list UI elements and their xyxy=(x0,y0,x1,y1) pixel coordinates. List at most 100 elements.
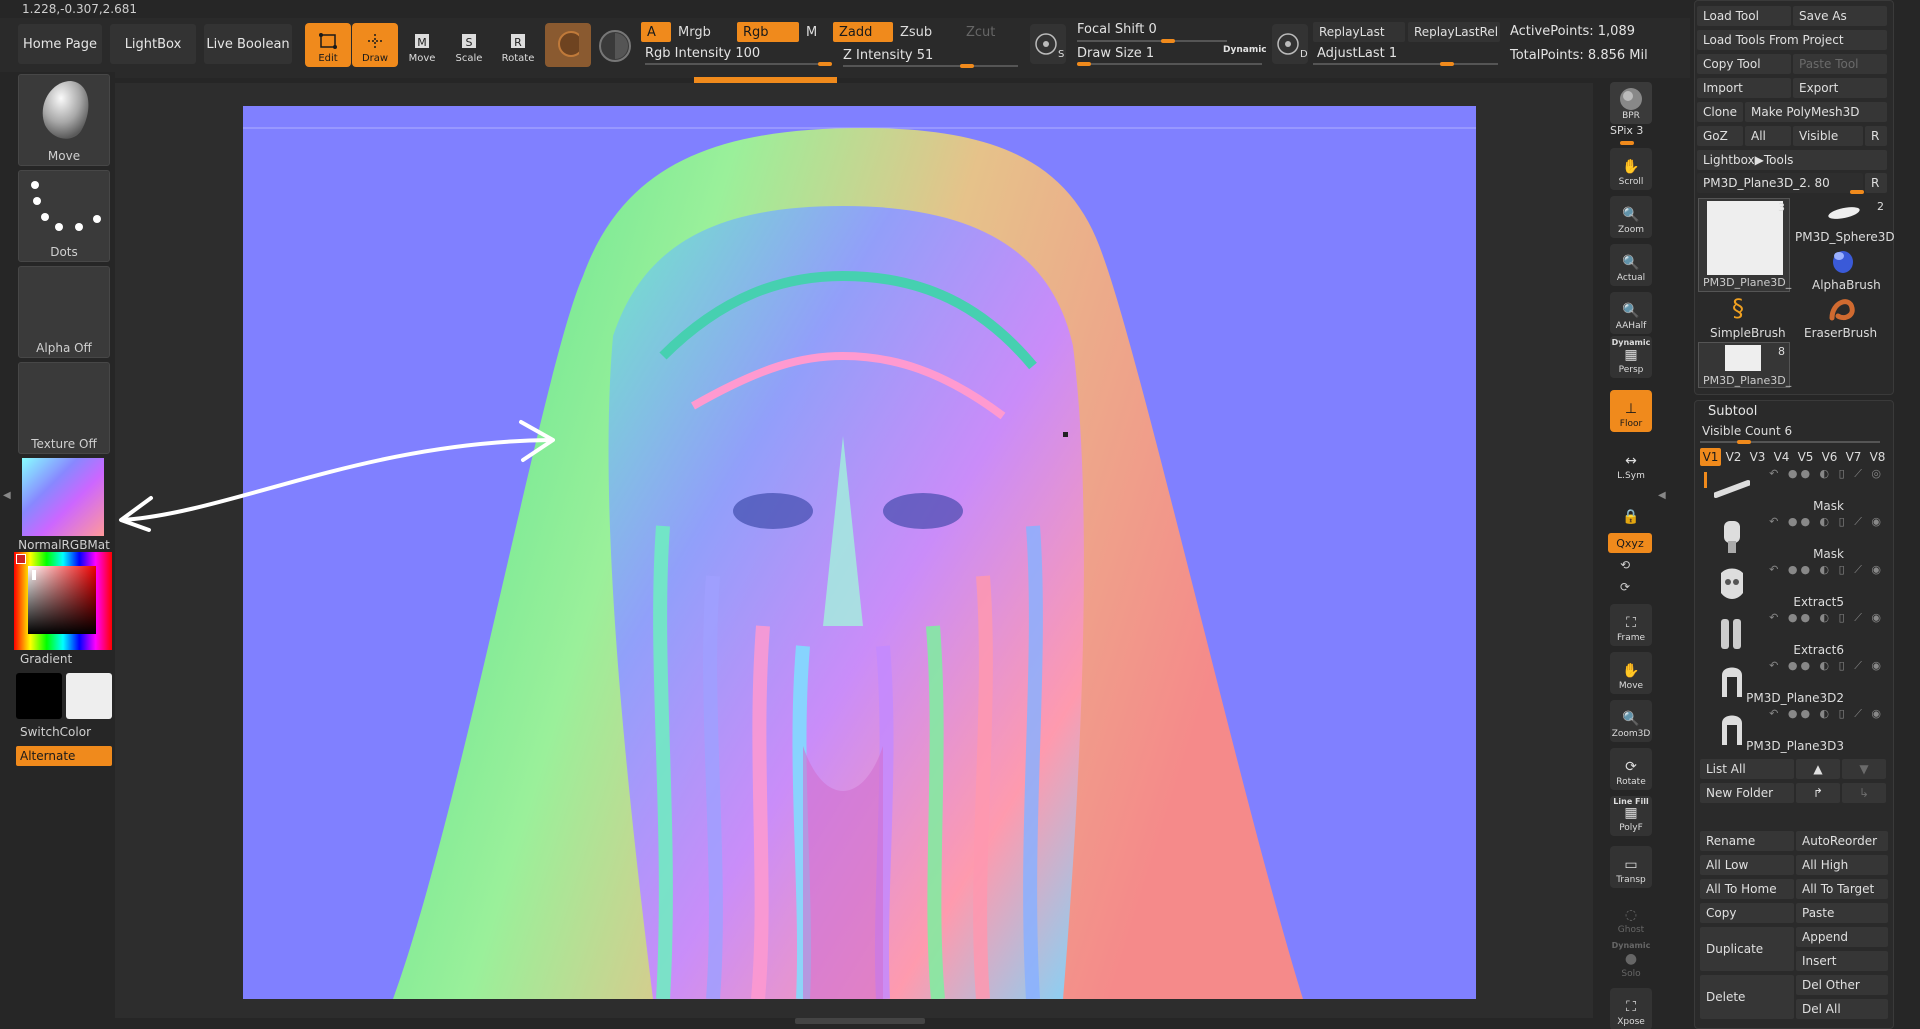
move-view-button[interactable]: ✋ Move xyxy=(1610,652,1652,694)
solo-button[interactable]: Dynamic ● Solo xyxy=(1610,940,1652,982)
local-symmetry-button[interactable]: ↔ L.Sym xyxy=(1610,442,1652,484)
move-up-button[interactable]: ▲ xyxy=(1796,759,1840,779)
z-intensity-handle[interactable] xyxy=(960,64,974,68)
subtool-visibility-icons[interactable]: ↶ ●● ◐ ▯ ⟋ ◉ xyxy=(1769,563,1884,577)
a-toggle[interactable]: A xyxy=(641,22,671,42)
alpha-selector[interactable]: Alpha Off xyxy=(18,266,110,358)
visible-count-slider[interactable] xyxy=(1700,441,1880,443)
tab-v1[interactable]: V1 xyxy=(1700,448,1721,466)
texture-sphere-icon[interactable] xyxy=(598,29,632,63)
lock-button[interactable]: 🔒 xyxy=(1610,488,1652,530)
paste-tool-button[interactable]: Paste Tool xyxy=(1793,54,1887,74)
tool-thumb-simplebrush[interactable]: § SimpleBrush xyxy=(1698,294,1790,340)
current-tool-slider[interactable]: PM3D_Plane3D_2. 80 xyxy=(1697,173,1863,193)
scale-button[interactable]: S Scale xyxy=(446,23,492,67)
subtool-visibility-icons[interactable]: ↶ ●● ◐ ▯ ⟋ ◉ xyxy=(1769,707,1884,721)
subtool-row[interactable]: ↶ ●● ◐ ▯ ⟋ ◉ Mask xyxy=(1714,513,1884,561)
bottom-tray-handle[interactable] xyxy=(795,1018,925,1024)
folder-move-button[interactable]: ↱ xyxy=(1796,783,1840,803)
tool-thumb-alphabrush[interactable]: AlphaBrush xyxy=(1794,246,1888,292)
focal-shift-handle[interactable] xyxy=(1161,39,1175,43)
folder-move-down-button[interactable]: ↳ xyxy=(1842,783,1886,803)
make-polymesh-button[interactable]: Make PolyMesh3D xyxy=(1745,102,1887,122)
tab-v7[interactable]: V7 xyxy=(1843,448,1864,466)
copy-subtool-button[interactable]: Copy xyxy=(1700,903,1794,923)
tab-v4[interactable]: V4 xyxy=(1771,448,1792,466)
subtool-row[interactable]: ↶ ●● ◐ ▯ ⟋ ◉ PM3D_Plane3D2 xyxy=(1714,657,1884,705)
transp-button[interactable]: ▭ Transp xyxy=(1610,846,1652,888)
draw-size-handle[interactable] xyxy=(1077,62,1091,66)
new-folder-button[interactable]: New Folder xyxy=(1700,783,1794,803)
home-page-button[interactable]: Home Page xyxy=(18,24,102,64)
rgb-intensity-slider[interactable] xyxy=(645,63,830,65)
floor-button[interactable]: ⊥ Floor xyxy=(1610,390,1652,432)
lightbox-tools-button[interactable]: Lightbox▶Tools xyxy=(1697,150,1887,170)
subtool-row[interactable]: ↶ ●● ◐ ▯ ⟋ ◉ Extract5 xyxy=(1714,561,1884,609)
tool-thumb-plane-8[interactable]: 8 PM3D_Plane3D_ xyxy=(1698,342,1791,388)
spix-slider[interactable] xyxy=(1620,141,1634,145)
mrgb-toggle[interactable]: Mrgb xyxy=(672,22,732,42)
dynamic-d-button[interactable]: D xyxy=(1272,24,1308,64)
focal-shift-s-button[interactable]: S xyxy=(1030,24,1066,64)
color-saturation-square[interactable] xyxy=(28,566,96,634)
goz-r-button[interactable]: R xyxy=(1865,126,1887,146)
tab-v5[interactable]: V5 xyxy=(1795,448,1816,466)
scroll-button[interactable]: ✋ Scroll xyxy=(1610,148,1652,190)
goz-button[interactable]: GoZ xyxy=(1697,126,1743,146)
rgb-toggle[interactable]: Rgb xyxy=(737,22,799,42)
zoom-button[interactable]: 🔍 Zoom xyxy=(1610,196,1652,238)
color-picker[interactable] xyxy=(14,552,112,650)
tab-v2[interactable]: V2 xyxy=(1723,448,1744,466)
export-button[interactable]: Export xyxy=(1793,78,1887,98)
rename-button[interactable]: Rename xyxy=(1700,831,1794,851)
frame-button[interactable]: ⛶ Frame xyxy=(1610,604,1652,646)
texture-selector[interactable]: Texture Off xyxy=(18,362,110,454)
visible-count-handle[interactable] xyxy=(1737,440,1751,444)
rotate-z-icon[interactable]: ⟳ xyxy=(1620,580,1630,594)
switch-color-button[interactable]: SwitchColor xyxy=(20,725,91,739)
move-button[interactable]: M Move xyxy=(399,23,445,67)
persp-button[interactable]: Dynamic ▦ Persp xyxy=(1610,336,1652,378)
tab-v8[interactable]: V8 xyxy=(1867,448,1888,466)
tool-thumb-plane-main[interactable]: 3 PM3D_Plane3D_ xyxy=(1698,198,1791,292)
del-other-button[interactable]: Del Other xyxy=(1796,975,1888,995)
tool-thumb-sphere[interactable]: 2 PM3D_Sphere3D xyxy=(1794,198,1895,244)
xyz-symmetry-button[interactable]: Qxyz xyxy=(1608,533,1652,553)
z-intensity-slider[interactable] xyxy=(843,65,1018,67)
dynamic-toggle[interactable]: Dynamic xyxy=(1223,45,1267,55)
move-down-button[interactable]: ▼ xyxy=(1842,759,1886,779)
rotate-y-icon[interactable]: ⟲ xyxy=(1620,558,1630,572)
load-tool-button[interactable]: Load Tool xyxy=(1697,6,1791,26)
brush-selector[interactable]: Move xyxy=(18,74,110,166)
goz-all-button[interactable]: All xyxy=(1745,126,1791,146)
aahalf-button[interactable]: 🔍 AAHalf xyxy=(1610,292,1652,334)
tab-v6[interactable]: V6 xyxy=(1819,448,1840,466)
subtool-row[interactable]: ↶ ●● ◐ ▯ ⟋ ◎ Mask xyxy=(1714,465,1884,513)
load-tools-from-project-button[interactable]: Load Tools From Project xyxy=(1697,30,1887,50)
replay-last-rel-button[interactable]: ReplayLastRel xyxy=(1408,22,1500,42)
stroke-selector[interactable]: Dots xyxy=(18,170,110,262)
draw-size-slider[interactable] xyxy=(1077,63,1262,65)
bpr-button[interactable]: BPR xyxy=(1610,82,1652,124)
all-to-target-button[interactable]: All To Target xyxy=(1796,879,1888,899)
edit-button[interactable]: Edit xyxy=(305,23,351,67)
draw-button[interactable]: Draw xyxy=(352,23,398,67)
zoom3d-button[interactable]: 🔍 Zoom3D xyxy=(1610,700,1652,742)
insert-button[interactable]: Insert xyxy=(1796,951,1888,971)
all-high-button[interactable]: All High xyxy=(1796,855,1888,875)
save-as-button[interactable]: Save As xyxy=(1793,6,1887,26)
main-color-swatch[interactable] xyxy=(16,673,62,719)
ghost-button[interactable]: ◌ Ghost xyxy=(1610,896,1652,938)
paste-subtool-button[interactable]: Paste xyxy=(1796,903,1888,923)
right-tray-collapse-icon[interactable]: ◀ xyxy=(1658,490,1666,510)
rotate-button[interactable]: R Rotate xyxy=(495,23,541,67)
alternate-button[interactable]: Alternate xyxy=(16,746,112,766)
adjust-last-slider[interactable] xyxy=(1313,63,1498,65)
replay-last-button[interactable]: ReplayLast xyxy=(1313,22,1405,42)
copy-tool-button[interactable]: Copy Tool xyxy=(1697,54,1791,74)
list-all-button[interactable]: List All xyxy=(1700,759,1794,779)
rgb-intensity-handle[interactable] xyxy=(818,62,832,66)
m-toggle[interactable]: M xyxy=(800,22,830,42)
focal-shift-slider[interactable] xyxy=(1077,40,1227,42)
goz-visible-button[interactable]: Visible xyxy=(1793,126,1863,146)
